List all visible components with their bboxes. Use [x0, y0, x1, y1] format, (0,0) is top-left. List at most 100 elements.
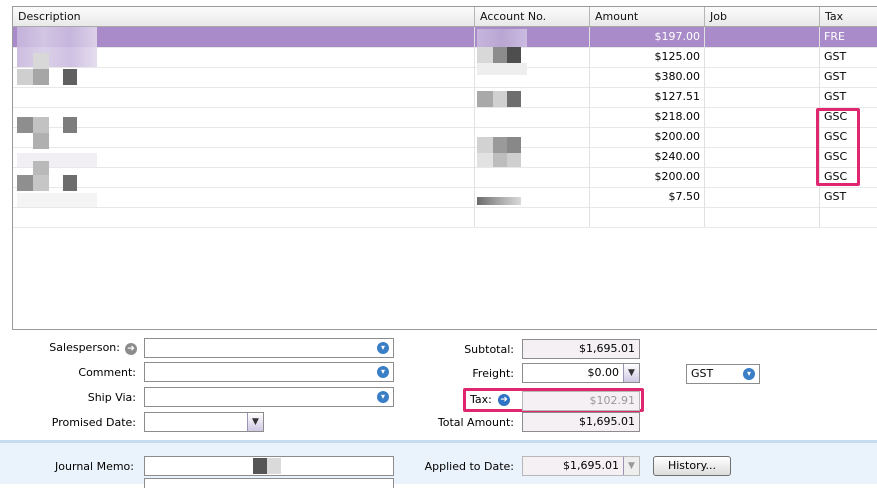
amount-cell[interactable] — [590, 207, 705, 227]
table-row[interactable]: $218.00 GSC — [13, 107, 877, 128]
tax-cell[interactable]: GST — [820, 87, 877, 107]
redacted-description — [63, 175, 77, 191]
redacted-account — [477, 137, 493, 153]
total-amount-field: $1,695.01 — [522, 412, 640, 432]
arrow-right-icon[interactable]: ➜ — [498, 393, 510, 406]
subtotal-field: $1,695.01 — [522, 339, 640, 359]
redacted-description — [33, 175, 49, 191]
tax-value: $102.91 — [589, 394, 636, 407]
calendar-dropdown-icon[interactable]: ▼ — [247, 413, 263, 431]
table-row[interactable]: $125.00 GST — [13, 47, 877, 68]
redacted-memo — [267, 458, 281, 474]
amount-cell[interactable]: $127.51 — [590, 87, 705, 107]
description-cell[interactable] — [13, 127, 475, 147]
description-cell[interactable] — [13, 67, 475, 87]
redacted-description — [17, 117, 33, 133]
table-row[interactable]: $7.50 GST — [13, 187, 877, 208]
redacted-memo — [253, 458, 267, 474]
tax-cell[interactable]: GST — [820, 187, 877, 207]
redacted-description — [33, 161, 49, 175]
redacted-description — [33, 117, 49, 133]
promised-date-field[interactable]: ▼ — [144, 412, 264, 432]
job-cell[interactable] — [705, 147, 820, 167]
job-cell[interactable] — [705, 47, 820, 67]
applied-to-date-label: Applied to Date: — [424, 460, 514, 473]
redacted-description — [63, 117, 77, 133]
line-items-grid[interactable]: Description Account No. Amount Job Tax $… — [12, 6, 877, 330]
amount-cell[interactable]: $197.00 — [590, 27, 705, 47]
job-cell[interactable] — [705, 127, 820, 147]
journal-memo-field[interactable] — [144, 456, 394, 476]
amount-cell[interactable]: $218.00 — [590, 107, 705, 127]
tax-cell[interactable]: GST — [820, 47, 877, 67]
ship-via-field[interactable]: ▾ — [144, 387, 394, 407]
col-description[interactable]: Description — [13, 7, 475, 26]
tax-label: Tax: — [470, 393, 492, 406]
account-cell[interactable] — [475, 107, 590, 127]
redacted-description — [33, 53, 49, 69]
arrow-right-icon[interactable]: ➜ — [125, 342, 137, 355]
table-row[interactable]: $197.00 FRE — [13, 27, 877, 48]
redacted-description — [17, 69, 33, 85]
redacted-account — [477, 153, 493, 167]
table-row[interactable]: $380.00 GST — [13, 67, 877, 88]
redacted-account — [493, 91, 507, 107]
salesperson-field[interactable]: ▾ — [144, 338, 394, 358]
job-cell[interactable] — [705, 207, 820, 227]
job-cell[interactable] — [705, 107, 820, 127]
freight-value: $0.00 — [587, 366, 620, 379]
comment-field[interactable]: ▾ — [144, 362, 394, 382]
table-row[interactable]: $200.00 GSC — [13, 127, 877, 148]
account-cell[interactable] — [475, 207, 590, 227]
description-cell[interactable] — [13, 87, 475, 107]
redacted-account — [493, 137, 507, 153]
freight-label: Freight: — [472, 367, 514, 380]
col-amount[interactable]: Amount — [590, 7, 705, 26]
amount-cell[interactable]: $200.00 — [590, 127, 705, 147]
memo-second-line — [144, 478, 394, 488]
col-account-no[interactable]: Account No. — [475, 7, 590, 26]
amount-cell[interactable]: $125.00 — [590, 47, 705, 67]
amount-cell[interactable]: $200.00 — [590, 167, 705, 187]
freight-tax-code-field[interactable]: GST ▾ — [686, 364, 760, 384]
amount-cell[interactable]: $380.00 — [590, 67, 705, 87]
freight-field[interactable]: $0.00 ▼ — [522, 363, 640, 383]
job-cell[interactable] — [705, 67, 820, 87]
redacted-account — [477, 63, 527, 75]
redacted-description — [17, 175, 33, 191]
redacted-account — [507, 47, 521, 63]
amount-cell[interactable]: $7.50 — [590, 187, 705, 207]
account-cell[interactable] — [475, 167, 590, 187]
ship-via-label: Ship Via: — [87, 391, 136, 404]
col-tax[interactable]: Tax — [820, 7, 877, 26]
tax-cell[interactable] — [820, 207, 877, 227]
table-row[interactable]: $127.51 GST — [13, 87, 877, 108]
table-row[interactable] — [13, 207, 877, 228]
chevron-down-icon[interactable]: ▾ — [377, 342, 389, 354]
chevron-down-icon[interactable]: ▾ — [743, 368, 755, 380]
tax-cell[interactable]: GST — [820, 67, 877, 87]
amount-cell[interactable]: $240.00 — [590, 147, 705, 167]
description-cell[interactable] — [13, 107, 475, 127]
tax-cell[interactable]: FRE — [820, 27, 877, 47]
table-row[interactable]: $200.00 GSC — [13, 167, 877, 188]
redacted-description — [17, 27, 97, 67]
description-cell[interactable] — [13, 167, 475, 187]
job-cell[interactable] — [705, 87, 820, 107]
chevron-down-icon: ▼ — [623, 457, 639, 475]
salesperson-label: Salesperson: — [49, 341, 120, 354]
chevron-down-icon[interactable]: ▾ — [377, 391, 389, 403]
job-cell[interactable] — [705, 187, 820, 207]
job-cell[interactable] — [705, 167, 820, 187]
redacted-description — [17, 153, 97, 167]
redacted-account — [507, 137, 521, 153]
redacted-account — [507, 153, 521, 167]
col-job[interactable]: Job — [705, 7, 820, 26]
job-cell[interactable] — [705, 27, 820, 47]
history-button[interactable]: History... — [653, 456, 731, 476]
chevron-down-icon[interactable]: ▼ — [623, 364, 639, 382]
description-cell[interactable] — [13, 207, 475, 227]
redacted-description — [33, 133, 49, 149]
chevron-down-icon[interactable]: ▾ — [377, 366, 389, 378]
table-row[interactable]: $240.00 GSC — [13, 147, 877, 168]
